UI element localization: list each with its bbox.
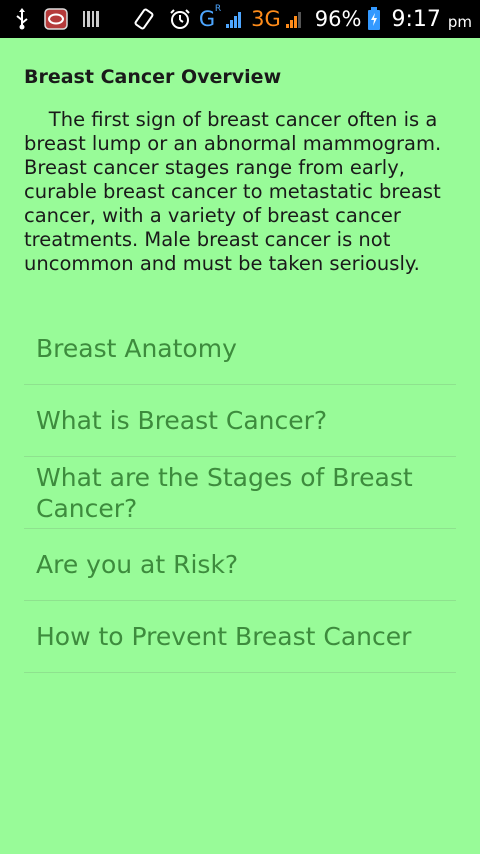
usb-icon — [14, 8, 30, 30]
signal-icon — [285, 9, 303, 29]
signal-icon — [225, 9, 243, 29]
menu-item-risk[interactable]: Are you at Risk? — [24, 529, 456, 601]
battery-icon — [367, 7, 381, 31]
screen-rotate-icon — [133, 7, 155, 31]
network-3g-label: 3G — [251, 7, 281, 31]
topic-menu: Breast Anatomy What is Breast Cancer? Wh… — [24, 313, 456, 673]
menu-item-prevention[interactable]: How to Prevent Breast Cancer — [24, 601, 456, 673]
alarm-icon — [169, 8, 191, 30]
menu-item-what-is-breast-cancer[interactable]: What is Breast Cancer? — [24, 385, 456, 457]
menu-item-label: How to Prevent Breast Cancer — [36, 622, 412, 651]
menu-item-label: What are the Stages of Breast Cancer? — [36, 462, 413, 523]
battery-percent: 96% — [314, 6, 362, 31]
overview-section: Breast Cancer Overview The first sign of… — [24, 62, 456, 276]
page-title: Breast Cancer Overview — [24, 66, 282, 88]
menu-item-breast-anatomy[interactable]: Breast Anatomy — [24, 313, 456, 385]
status-bar: GR 3G 96% 9:17 pm — [0, 0, 480, 38]
message-icon — [44, 8, 68, 30]
status-notifications — [14, 0, 100, 38]
overview-text: The first sign of breast cancer often is… — [24, 108, 448, 275]
network-g-label: GR — [198, 4, 222, 31]
clock-ampm: pm — [447, 12, 472, 31]
menu-item-label: Are you at Risk? — [36, 550, 239, 579]
status-system: GR 3G 96% 9:17 pm — [133, 0, 472, 38]
menu-item-stages[interactable]: What are the Stages of Breast Cancer? — [24, 457, 456, 529]
barcode-icon — [82, 10, 100, 28]
menu-item-label: What is Breast Cancer? — [36, 406, 328, 435]
menu-item-label: Breast Anatomy — [36, 334, 237, 363]
clock-time: 9:17 — [391, 6, 441, 32]
